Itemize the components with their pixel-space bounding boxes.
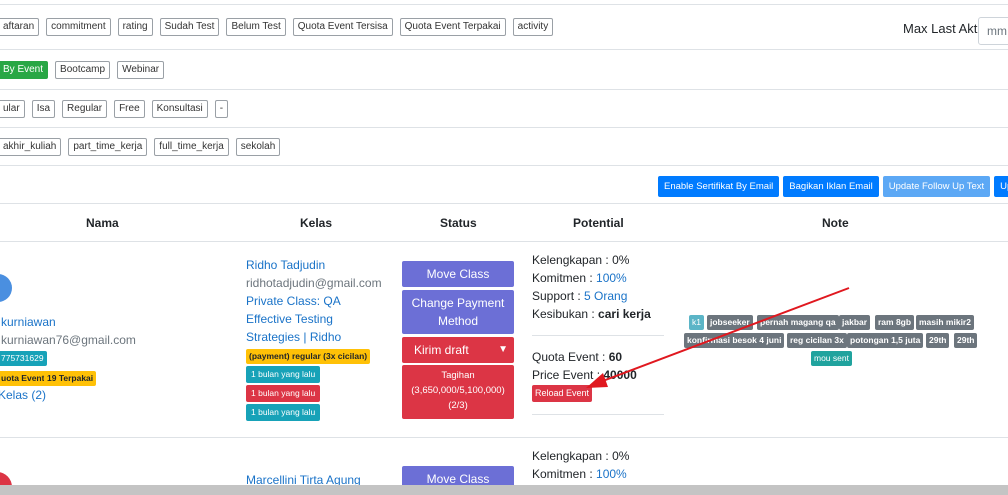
annotation-arrow [586,287,850,388]
page: aftaran commitment rating Sudah Test Bel… [0,0,1008,495]
annotation-arrow-line [599,287,850,383]
annotation-arrow-head [586,373,608,388]
horizontal-scrollbar[interactable] [0,485,1008,495]
